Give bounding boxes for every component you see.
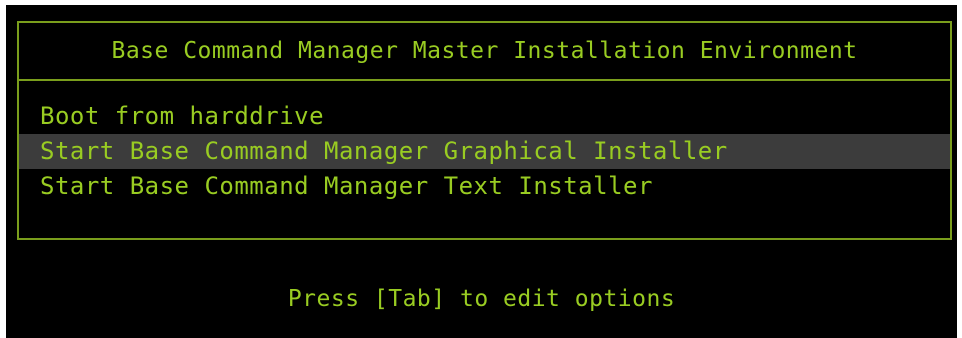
menu-items-list: Boot from harddrive Start Base Command M…: [19, 99, 950, 204]
tab-edit-hint: Press [Tab] to edit options: [287, 286, 676, 312]
menu-item-graphical-installer[interactable]: Start Base Command Manager Graphical Ins…: [19, 134, 950, 169]
menu-title: Base Command Manager Master Installation…: [19, 23, 950, 81]
boot-menu-box: Base Command Manager Master Installation…: [17, 21, 952, 240]
boot-menu-screen: Base Command Manager Master Installation…: [6, 5, 957, 338]
menu-item-boot-harddrive[interactable]: Boot from harddrive: [19, 99, 950, 134]
menu-item-text-installer[interactable]: Start Base Command Manager Text Installe…: [19, 169, 950, 204]
